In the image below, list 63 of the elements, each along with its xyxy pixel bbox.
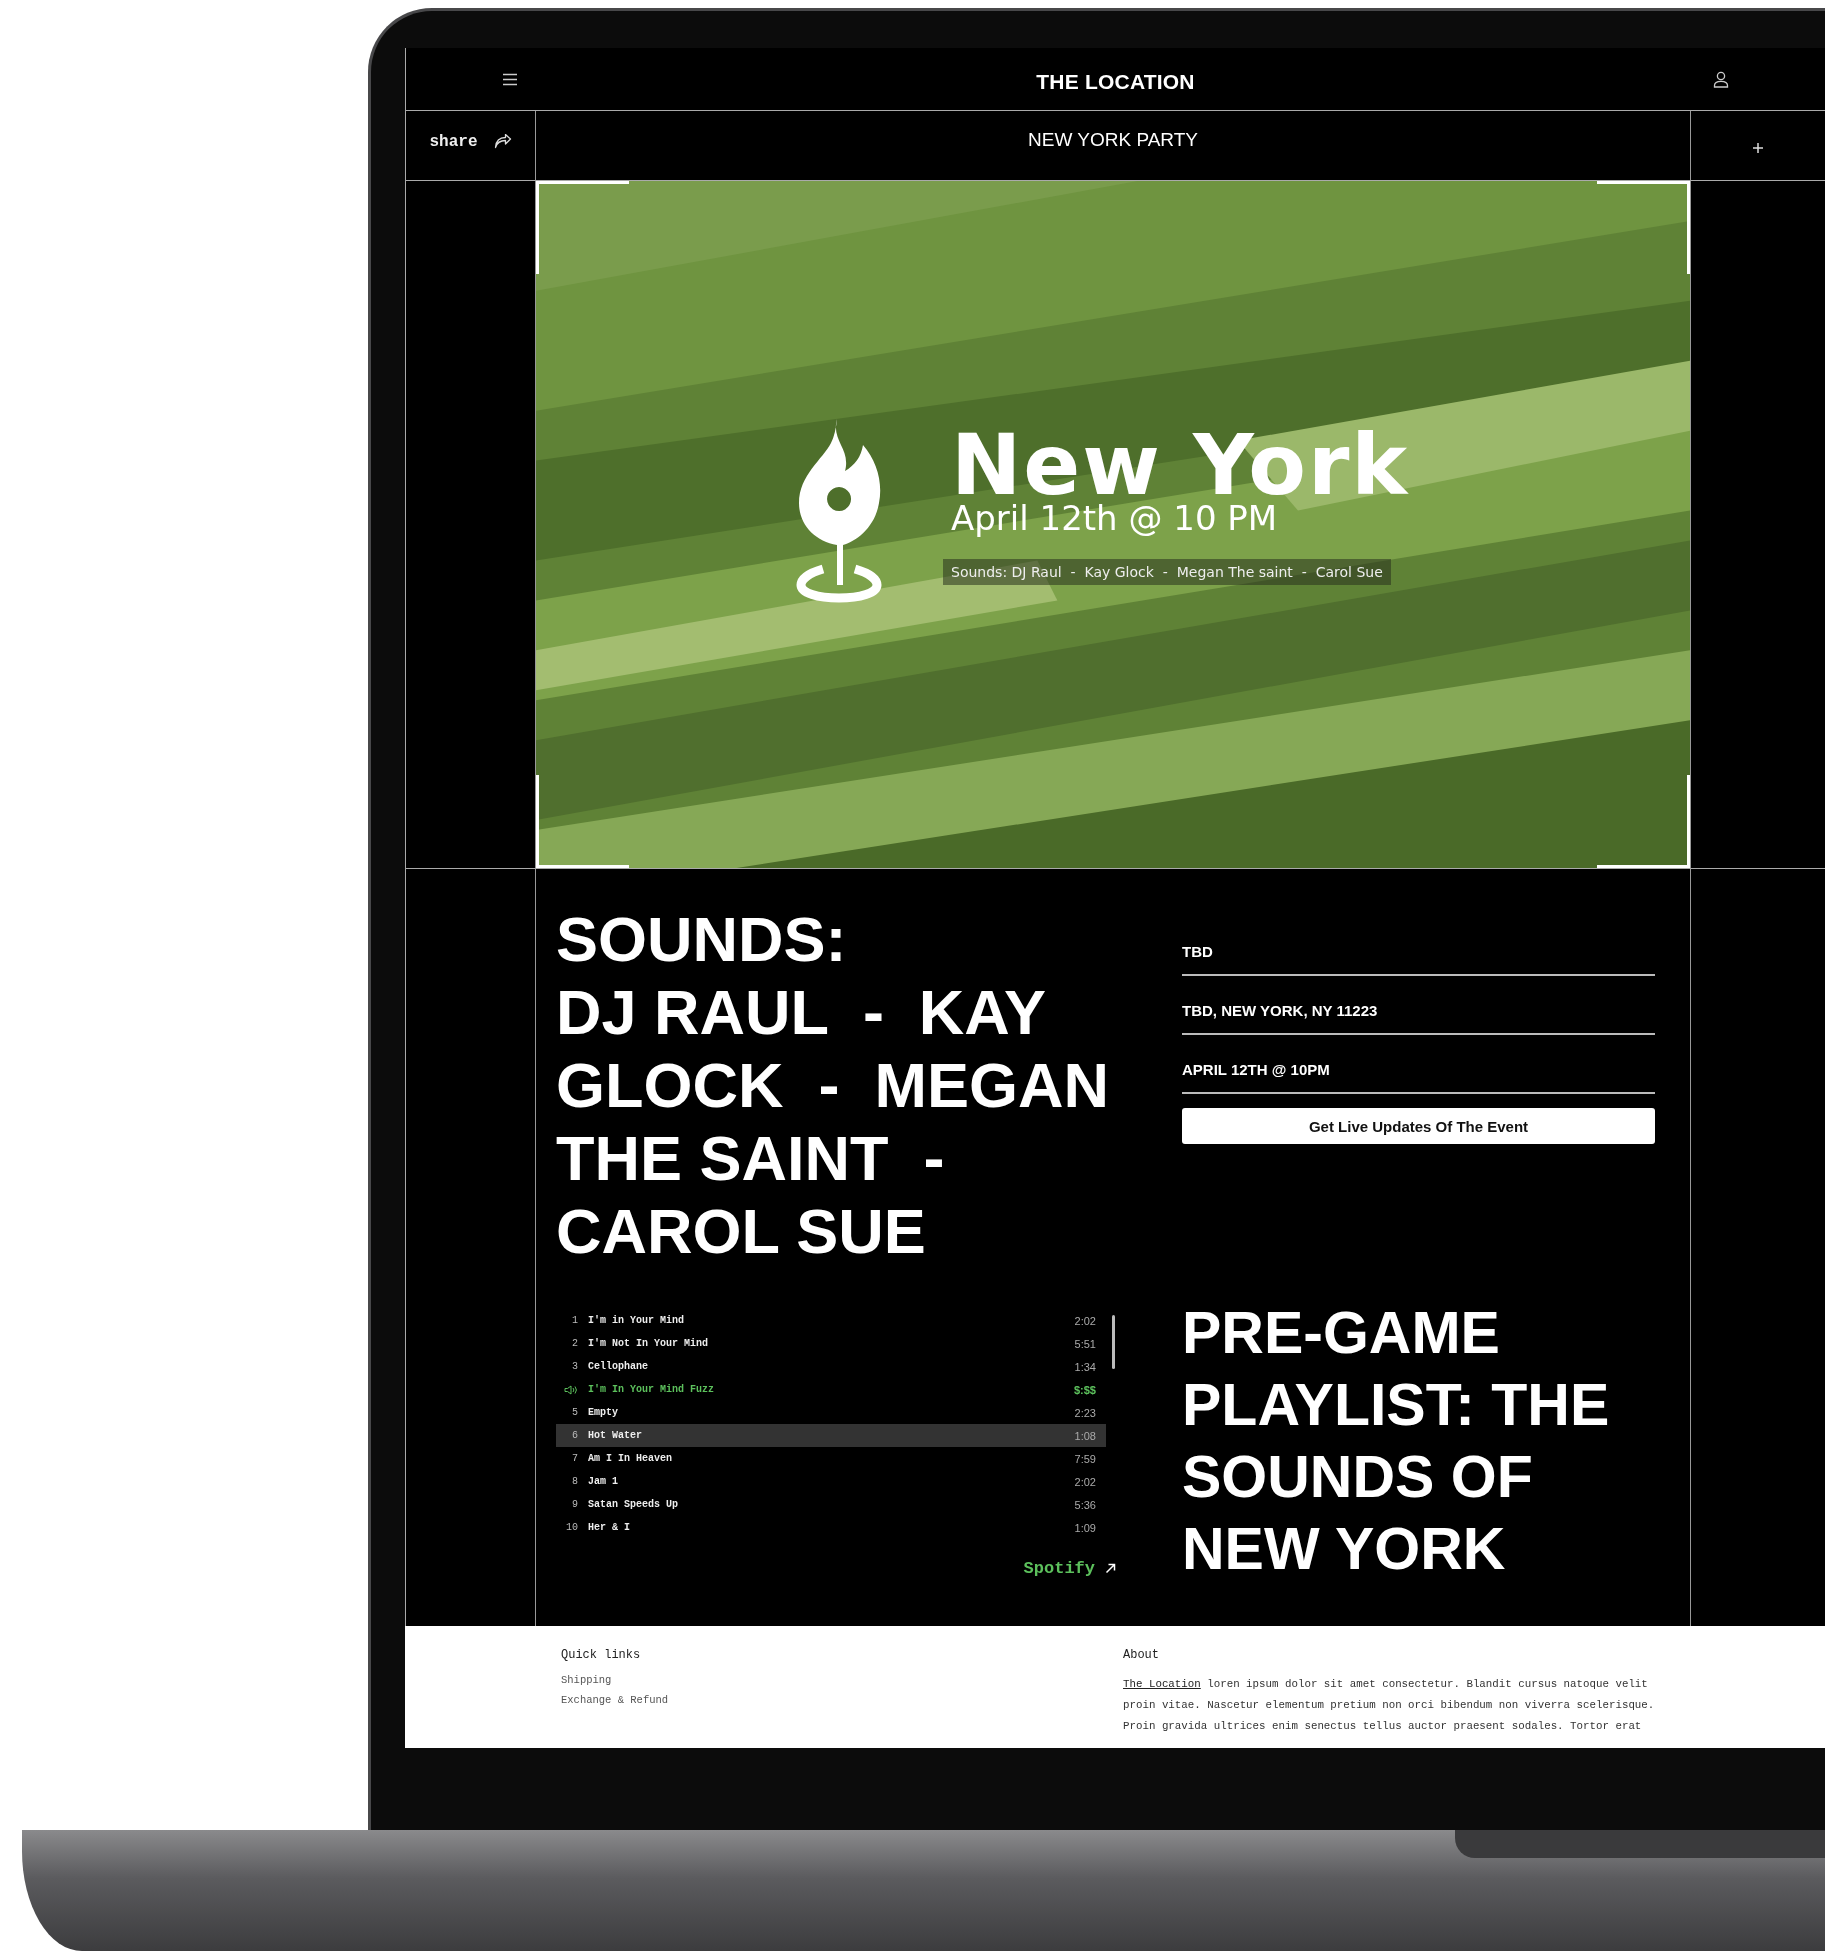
- track-number: 7: [572, 1453, 578, 1464]
- live-updates-button[interactable]: Get Live Updates Of The Event: [1182, 1108, 1655, 1144]
- track-title[interactable]: I'm In Your Mind Fuzz: [588, 1384, 1074, 1395]
- track-row[interactable]: 5 Empty 2:23: [556, 1401, 1106, 1424]
- event-detail: APRIL 12TH @ 10PM: [1182, 1061, 1655, 1094]
- footer-link[interactable]: Exchange & Refund: [561, 1694, 1123, 1706]
- share-button[interactable]: share: [429, 132, 512, 151]
- plus-icon[interactable]: [1752, 141, 1764, 154]
- footer-heading: Quick links: [561, 1648, 642, 1662]
- event-detail: TBD, NEW YORK, NY 11223: [1182, 1002, 1655, 1035]
- track-number: 8: [572, 1476, 578, 1487]
- track-title[interactable]: I'm in Your Mind: [588, 1315, 1075, 1326]
- track-row[interactable]: 1 I'm in Your Mind 2:02: [556, 1309, 1106, 1332]
- track-duration: 5:36: [1074, 1498, 1096, 1511]
- track-duration: 1:08: [1074, 1429, 1096, 1442]
- track-title[interactable]: Empty: [588, 1407, 1075, 1418]
- track-title[interactable]: I'm Not In Your Mind: [588, 1338, 1075, 1349]
- track-duration: 2:23: [1074, 1406, 1096, 1419]
- scrollbar[interactable]: [1112, 1315, 1115, 1369]
- track-row[interactable]: 3 Cellophane 1:34: [556, 1355, 1106, 1378]
- site-title[interactable]: THE LOCATION: [1036, 70, 1195, 94]
- track-row[interactable]: 6 Hot Water 1:08: [556, 1424, 1106, 1447]
- track-title[interactable]: Hot Water: [588, 1430, 1075, 1441]
- track-row[interactable]: 9 Satan Speeds Up 5:36: [556, 1493, 1106, 1516]
- track-title[interactable]: Am I In Heaven: [588, 1453, 1075, 1464]
- speaker-icon: [564, 1384, 578, 1395]
- playlist-heading: PRE-GAME PLAYLIST: THE SOUNDS OF NEW YORK: [1182, 1299, 1611, 1584]
- track-number: 9: [572, 1499, 578, 1510]
- page-title: NEW YORK PARTY: [1028, 128, 1198, 151]
- track-duration: 2:02: [1074, 1475, 1096, 1488]
- track-duration: 5:51: [1074, 1337, 1096, 1350]
- track-title[interactable]: Satan Speeds Up: [588, 1499, 1075, 1510]
- track-duration: 7:59: [1074, 1452, 1096, 1465]
- track-row[interactable]: 8 Jam 1 2:02: [556, 1470, 1106, 1493]
- user-icon[interactable]: [1713, 70, 1729, 88]
- track-row[interactable]: I'm In Your Mind Fuzz $:$$: [556, 1378, 1106, 1401]
- track-duration: $:$$: [1073, 1383, 1096, 1396]
- share-icon: [493, 134, 512, 149]
- track-row[interactable]: 7 Am I In Heaven 7:59: [556, 1447, 1106, 1470]
- track-duration: 1:09: [1074, 1521, 1096, 1534]
- track-number: 2: [572, 1338, 578, 1349]
- spotify-link[interactable]: Spotify: [1023, 1559, 1116, 1578]
- track-duration: 2:02: [1074, 1314, 1096, 1327]
- track-number: 1: [572, 1315, 578, 1326]
- track-row[interactable]: 2 I'm Not In Your Mind 5:51: [556, 1332, 1106, 1355]
- about-link[interactable]: The Location: [1123, 1678, 1201, 1690]
- footer-heading: About: [1123, 1648, 1160, 1662]
- lineup-caption: Sounds: DJ Raul - Kay Glock - Megan The saint - Carol Sue: [943, 559, 1391, 585]
- track-duration: 1:34: [1074, 1360, 1096, 1373]
- external-arrow-icon: [1105, 1563, 1116, 1574]
- track-title[interactable]: Jam 1: [588, 1476, 1075, 1487]
- track-number: 5: [572, 1407, 578, 1418]
- track-number: 3: [572, 1361, 578, 1372]
- track-title[interactable]: Her & I: [588, 1522, 1075, 1533]
- footer-link[interactable]: Shipping: [561, 1674, 1123, 1686]
- event-detail: TBD: [1182, 943, 1655, 976]
- track-row[interactable]: 10 Her & I 1:09: [556, 1516, 1106, 1539]
- menu-icon[interactable]: [502, 72, 518, 86]
- track-number: 10: [566, 1522, 578, 1533]
- track-title[interactable]: Cellophane: [588, 1361, 1075, 1372]
- track-number: 6: [572, 1430, 578, 1441]
- lineup-heading: SOUNDS: DJ RAUL - KAY GLOCK - MEGAN THE SAINT - CAROL SUE: [556, 903, 1110, 1268]
- about-text: The Location loren ipsum dolor sit amet consectetur. Blandit cursus natoque velit proin vitae. Nascetur elementum pretium non orci bibendum non viverra scelerisque. Proin gravida ultrices enim senectus tellus auctor praesent sodales. Tortor erat: [1123, 1677, 1656, 1734]
